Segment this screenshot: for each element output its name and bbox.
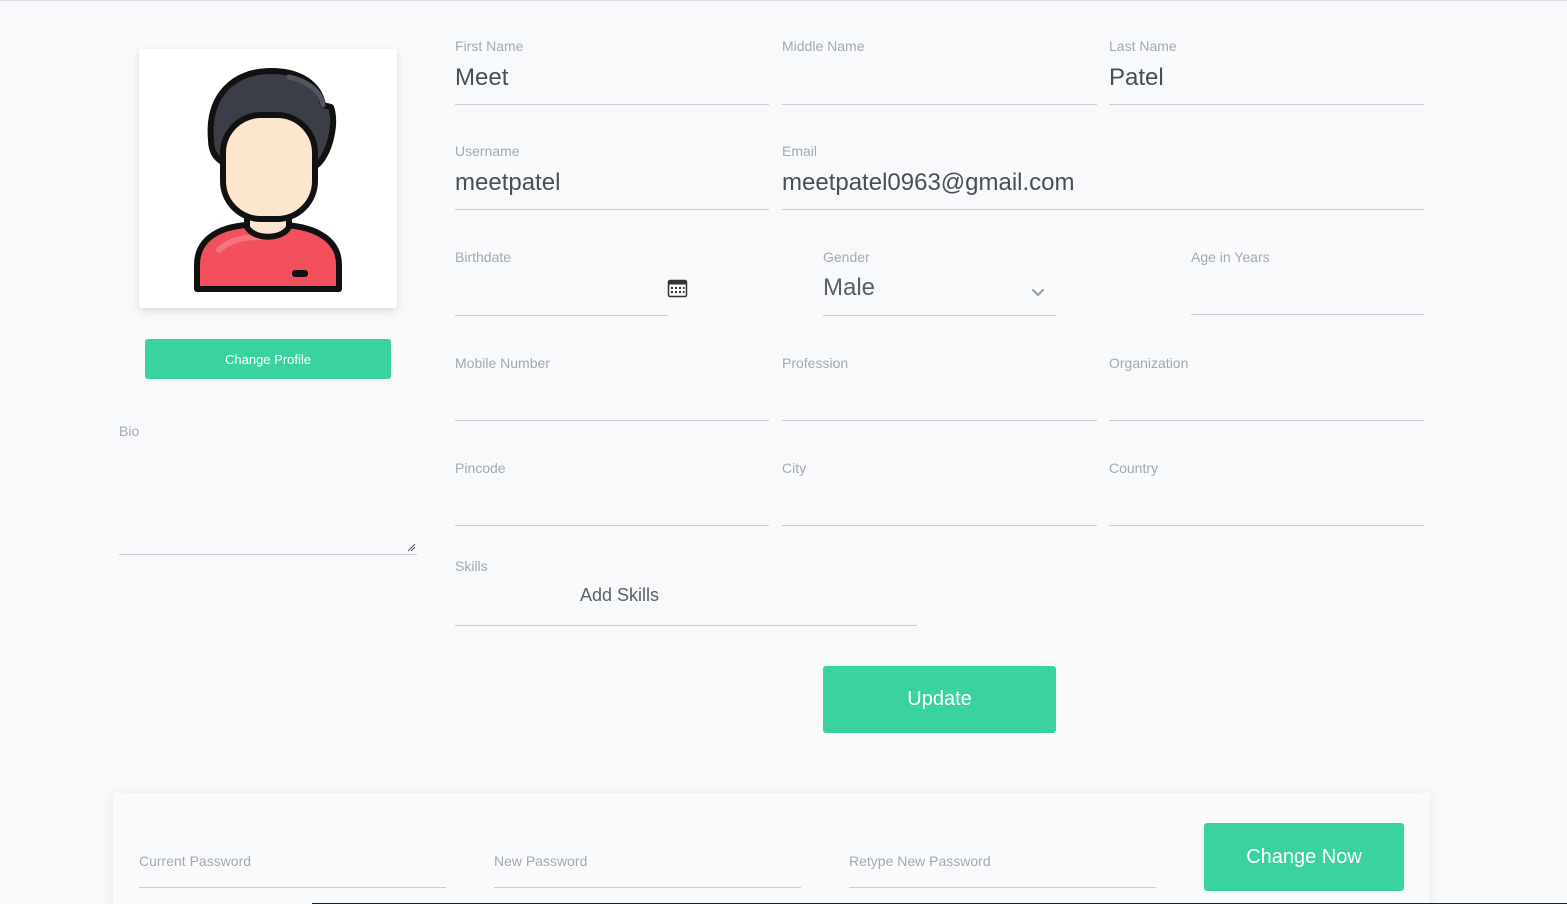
mobile-underline	[455, 420, 769, 421]
pincode-label: Pincode	[455, 460, 506, 476]
update-button[interactable]: Update	[823, 666, 1056, 733]
avatar-card	[139, 49, 397, 308]
profession-label: Profession	[782, 355, 849, 371]
chevron-down-icon[interactable]	[1030, 287, 1046, 299]
username-input[interactable]: meetpatel	[455, 169, 560, 197]
gender-underline	[823, 315, 1056, 316]
last-name-underline	[1109, 104, 1424, 105]
organization-underline	[1109, 420, 1424, 421]
middle-name-underline	[782, 104, 1097, 105]
city-underline	[782, 525, 1097, 526]
current-password-input[interactable]	[139, 887, 446, 888]
age-underline	[1191, 314, 1424, 315]
skills-underline	[455, 625, 917, 626]
new-password-input[interactable]	[494, 887, 801, 888]
retype-password-input[interactable]	[849, 887, 1156, 888]
last-name-input[interactable]: Patel	[1109, 64, 1164, 92]
city-label: City	[782, 460, 807, 476]
bio-label: Bio	[119, 423, 140, 439]
first-name-underline	[455, 104, 769, 105]
new-password-label[interactable]: New Password	[494, 853, 587, 869]
calendar-icon[interactable]	[667, 278, 688, 298]
organization-label: Organization	[1109, 355, 1189, 371]
country-label: Country	[1109, 460, 1159, 476]
country-underline	[1109, 525, 1424, 526]
gender-select[interactable]: Male	[823, 274, 875, 302]
age-label: Age in Years	[1191, 249, 1270, 265]
username-underline	[455, 209, 769, 210]
skills-label: Skills	[455, 558, 488, 574]
add-skills-input[interactable]: Add Skills	[580, 585, 659, 606]
username-label: Username	[455, 143, 520, 159]
change-profile-button[interactable]: Change Profile	[145, 339, 391, 379]
middle-name-label: Middle Name	[782, 38, 865, 54]
first-name-label: First Name	[455, 38, 524, 54]
email-underline	[782, 209, 1424, 210]
mobile-label: Mobile Number	[455, 355, 550, 371]
change-password-button[interactable]: Change Now	[1204, 823, 1404, 891]
birthdate-label: Birthdate	[455, 249, 512, 265]
pincode-underline	[455, 525, 769, 526]
gender-label: Gender	[823, 249, 870, 265]
email-input[interactable]: meetpatel0963@gmail.com	[782, 169, 1075, 197]
profession-underline	[782, 420, 1097, 421]
current-password-label[interactable]: Current Password	[139, 853, 251, 869]
last-name-label: Last Name	[1109, 38, 1177, 54]
birthdate-underline	[455, 315, 668, 316]
retype-password-label[interactable]: Retype New Password	[849, 853, 991, 869]
bio-textarea[interactable]	[119, 451, 417, 555]
resize-grip-icon[interactable]	[407, 543, 416, 552]
avatar	[194, 68, 342, 292]
email-label: Email	[782, 143, 818, 159]
first-name-input[interactable]: Meet	[455, 64, 508, 92]
